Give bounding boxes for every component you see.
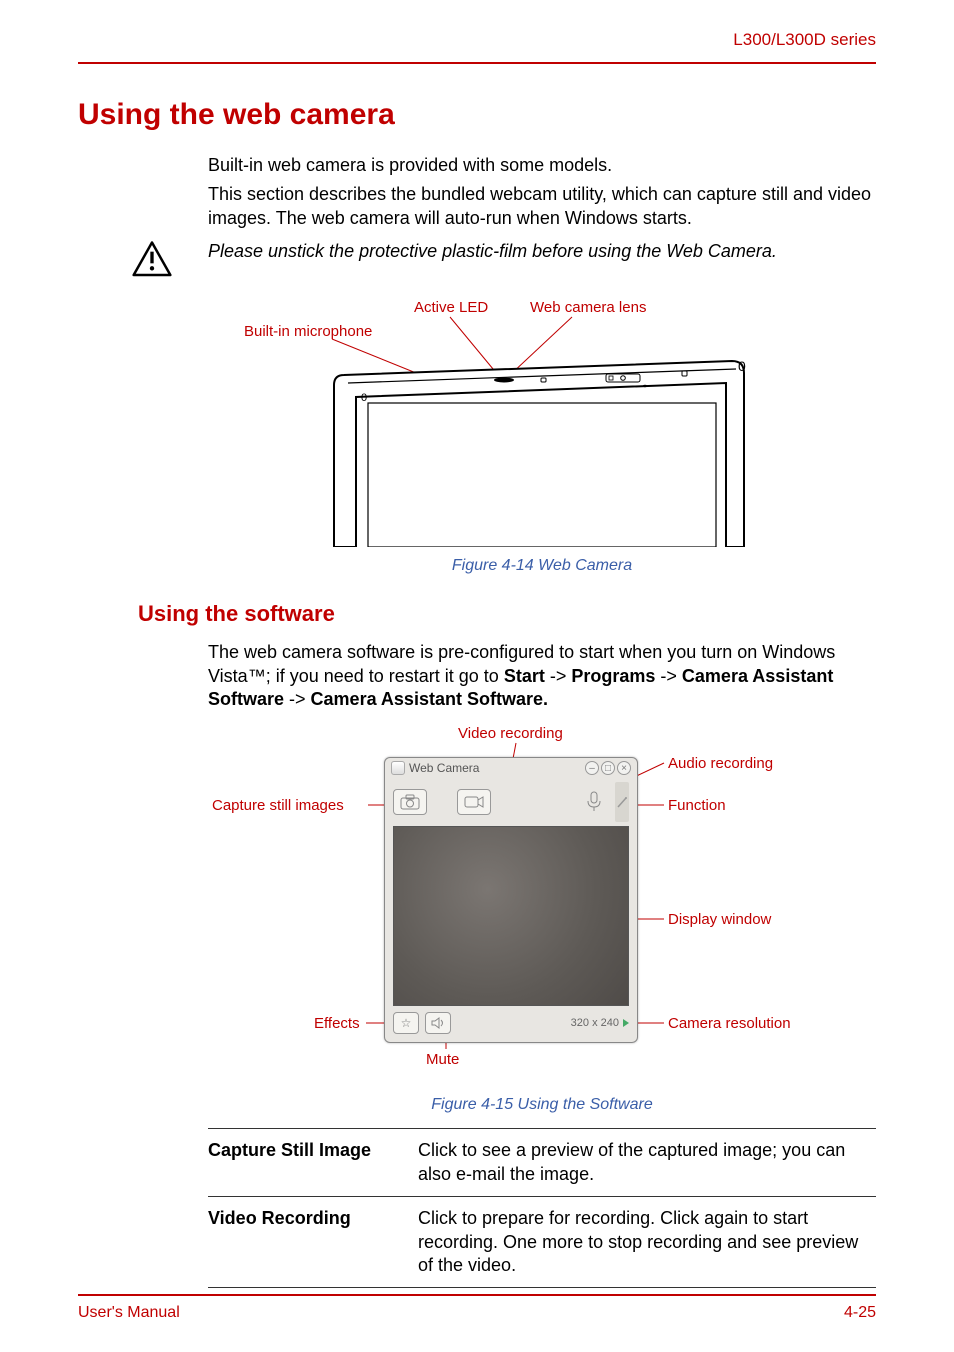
callout-camera-resolution: Camera resolution bbox=[668, 1015, 791, 1032]
camera-resolution-selector[interactable]: 320 x 240 bbox=[571, 1017, 629, 1029]
heading-using-software: Using the software bbox=[138, 601, 876, 627]
page-header: L300/L300D series bbox=[78, 20, 876, 64]
display-window bbox=[393, 826, 629, 1006]
term-capture-still: Capture Still Image bbox=[208, 1129, 418, 1197]
software-paragraph: The web camera software is pre-configure… bbox=[208, 641, 876, 711]
callout-function: Function bbox=[668, 797, 726, 814]
path-cas2: Camera Assistant Software. bbox=[311, 689, 548, 709]
table-row: Capture Still Image Click to see a previ… bbox=[208, 1129, 876, 1197]
series-label: L300/L300D series bbox=[733, 30, 876, 50]
maximize-icon[interactable]: □ bbox=[601, 761, 615, 775]
app-title: Web Camera bbox=[409, 761, 479, 775]
camera-icon bbox=[400, 794, 420, 810]
feature-table: Capture Still Image Click to see a previ… bbox=[208, 1128, 876, 1288]
laptop-diagram: 0 0 bbox=[328, 347, 758, 547]
callout-capture-still: Capture still images bbox=[212, 797, 344, 814]
term-video-recording: Video Recording bbox=[208, 1197, 418, 1288]
heading-using-web-camera: Using the web camera bbox=[78, 98, 876, 132]
close-icon[interactable]: × bbox=[617, 761, 631, 775]
app-titlebar: Web Camera – □ × bbox=[385, 758, 637, 778]
callout-display-window: Display window bbox=[668, 911, 771, 928]
figure-2-caption: Figure 4-15 Using the Software bbox=[208, 1096, 876, 1114]
path-start: Start bbox=[504, 666, 545, 686]
callout-video-recording: Video recording bbox=[458, 725, 563, 742]
svg-text:0: 0 bbox=[361, 392, 367, 404]
page-footer: User's Manual 4-25 bbox=[78, 1294, 876, 1322]
desc-capture-still: Click to see a preview of the captured i… bbox=[418, 1129, 876, 1197]
svg-text:0: 0 bbox=[738, 358, 746, 374]
minimize-icon[interactable]: – bbox=[585, 761, 599, 775]
callout-mute: Mute bbox=[426, 1051, 459, 1068]
warning-text: Please unstick the protective plastic-fi… bbox=[208, 240, 876, 263]
mic-icon bbox=[586, 791, 602, 813]
wand-icon bbox=[617, 796, 627, 808]
intro-paragraph-1: Built-in web camera is provided with som… bbox=[208, 154, 876, 177]
video-icon bbox=[464, 794, 484, 810]
intro-paragraph-2: This section describes the bundled webca… bbox=[208, 183, 876, 230]
path-programs: Programs bbox=[571, 666, 655, 686]
footer-right: 4-25 bbox=[844, 1304, 876, 1322]
app-icon bbox=[391, 761, 405, 775]
figure-web-camera: Built-in microphone Active LED Web camer… bbox=[208, 299, 876, 551]
desc-video-recording: Click to prepare for recording. Click ag… bbox=[418, 1197, 876, 1288]
speaker-icon bbox=[431, 1017, 445, 1029]
mute-button[interactable] bbox=[425, 1012, 451, 1034]
video-recording-button[interactable] bbox=[457, 789, 491, 815]
warning-note: Please unstick the protective plastic-fi… bbox=[132, 240, 876, 285]
warning-icon bbox=[132, 240, 172, 285]
effects-button[interactable]: ☆ bbox=[393, 1012, 419, 1034]
webcam-app-window: Web Camera – □ × bbox=[384, 757, 638, 1043]
resolution-label: 320 x 240 bbox=[571, 1017, 619, 1029]
play-arrow-icon bbox=[623, 1019, 629, 1027]
footer-left: User's Manual bbox=[78, 1304, 180, 1322]
capture-still-button[interactable] bbox=[393, 789, 427, 815]
function-button[interactable] bbox=[615, 782, 629, 822]
audio-recording-button[interactable] bbox=[583, 789, 605, 815]
table-row: Video Recording Click to prepare for rec… bbox=[208, 1197, 876, 1288]
callout-effects: Effects bbox=[314, 1015, 360, 1032]
star-icon: ☆ bbox=[401, 1016, 412, 1030]
figure-1-caption: Figure 4-14 Web Camera bbox=[208, 557, 876, 575]
callout-audio-recording: Audio recording bbox=[668, 755, 773, 772]
figure-using-software: Video recording Audio recording Capture … bbox=[208, 725, 876, 1090]
